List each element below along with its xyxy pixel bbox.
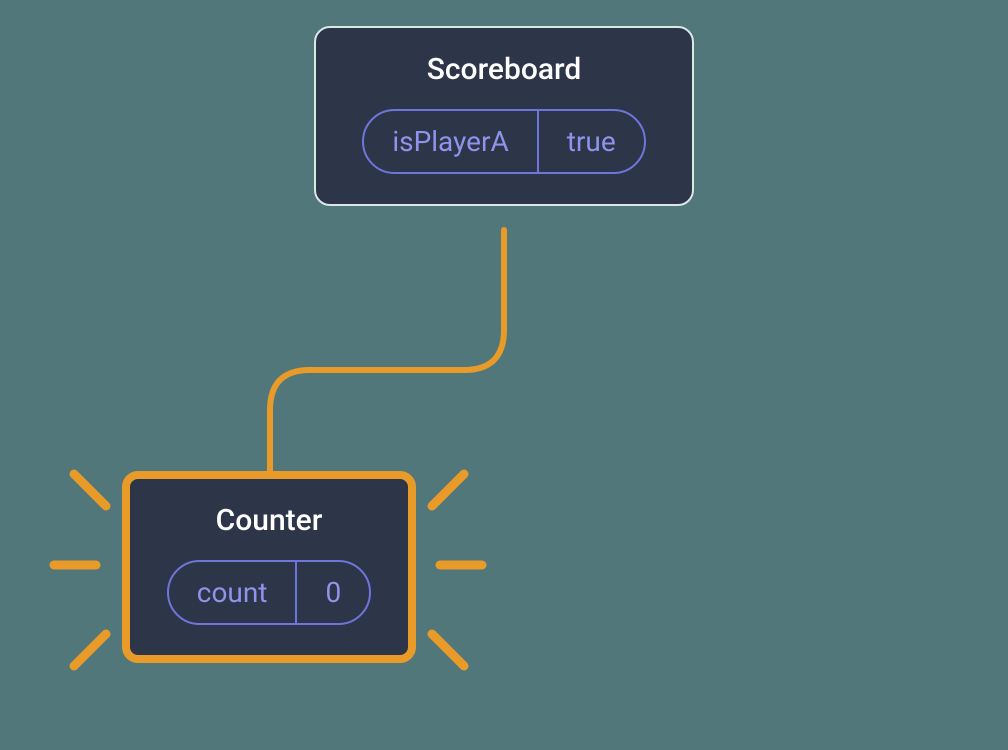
sparkle-icon xyxy=(418,620,478,680)
sparkle-icon xyxy=(44,550,104,580)
sparkle-icon xyxy=(432,550,492,580)
state-value: 0 xyxy=(297,562,369,623)
node-scoreboard: Scoreboard isPlayerA true xyxy=(314,26,694,206)
node-counter: Counter count 0 xyxy=(122,471,416,663)
sparkle-icon xyxy=(60,620,120,680)
state-key: count xyxy=(169,562,298,623)
sparkle-icon xyxy=(418,460,478,520)
sparkle-icon xyxy=(60,460,120,520)
state-pill-scoreboard: isPlayerA true xyxy=(362,109,645,174)
node-counter-title: Counter xyxy=(216,503,323,538)
state-pill-counter: count 0 xyxy=(167,560,371,625)
state-value: true xyxy=(539,111,644,172)
node-scoreboard-title: Scoreboard xyxy=(427,52,582,87)
state-key: isPlayerA xyxy=(364,111,538,172)
